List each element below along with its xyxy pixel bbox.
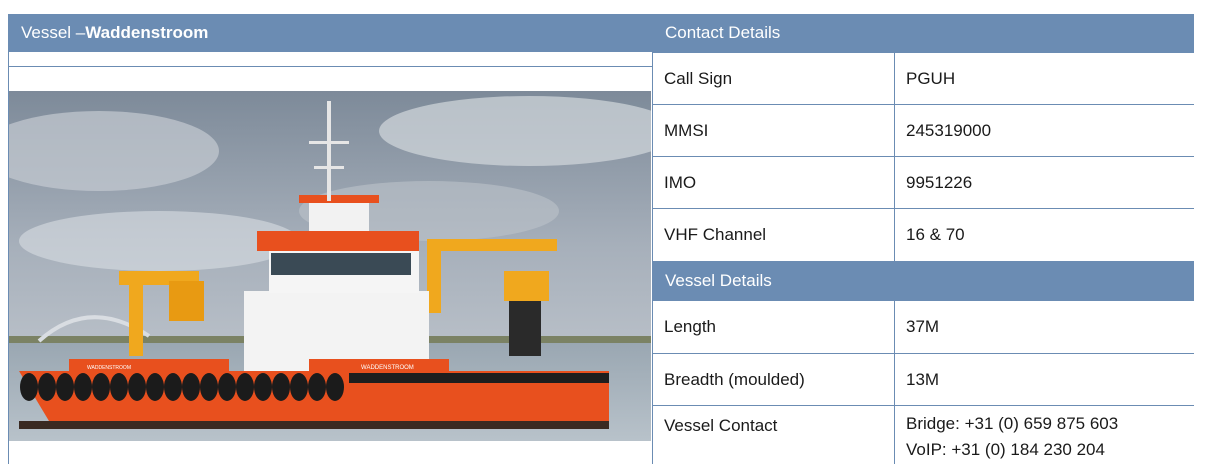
length-value: 37M [906, 317, 940, 336]
vessel-details-title: Vessel Details [665, 271, 772, 290]
mmsi-value: 245319000 [906, 120, 992, 140]
vessel-header: Vessel – Waddenstroom [9, 14, 652, 52]
vessel-photo: WADDENSTROOM WADDENSTROOM [9, 91, 651, 441]
vessel-contact-label: Vessel Contact [664, 416, 778, 435]
bow-name-text: WADDENSTROOM [87, 365, 131, 371]
contact-details-title: Contact Details [665, 23, 781, 42]
vessel-name: Waddenstroom [85, 23, 209, 42]
length-label: Length [664, 317, 716, 336]
vhf-channel-value: 16 & 70 [906, 225, 965, 244]
vessel-details-header: Vessel Details [653, 261, 1194, 301]
breadth-label: Breadth (moulded) [664, 369, 805, 389]
hull-name-text: WADDENSTROOM [361, 365, 414, 371]
call-sign-label: Call Sign [664, 68, 733, 88]
call-sign-value: PGUH [906, 68, 956, 88]
vhf-channel-label: VHF Channel [664, 225, 767, 244]
mmsi-label: MMSI [664, 120, 709, 140]
imo-label: IMO [664, 172, 697, 192]
breadth-value: 13M [906, 369, 940, 389]
vessel-header-prefix: Vessel – [21, 23, 86, 42]
imo-value: 9951226 [906, 172, 973, 192]
voip-phone: VoIP: +31 (0) 184 230 204 [906, 440, 1105, 459]
contact-details-header: Contact Details [653, 14, 1194, 52]
